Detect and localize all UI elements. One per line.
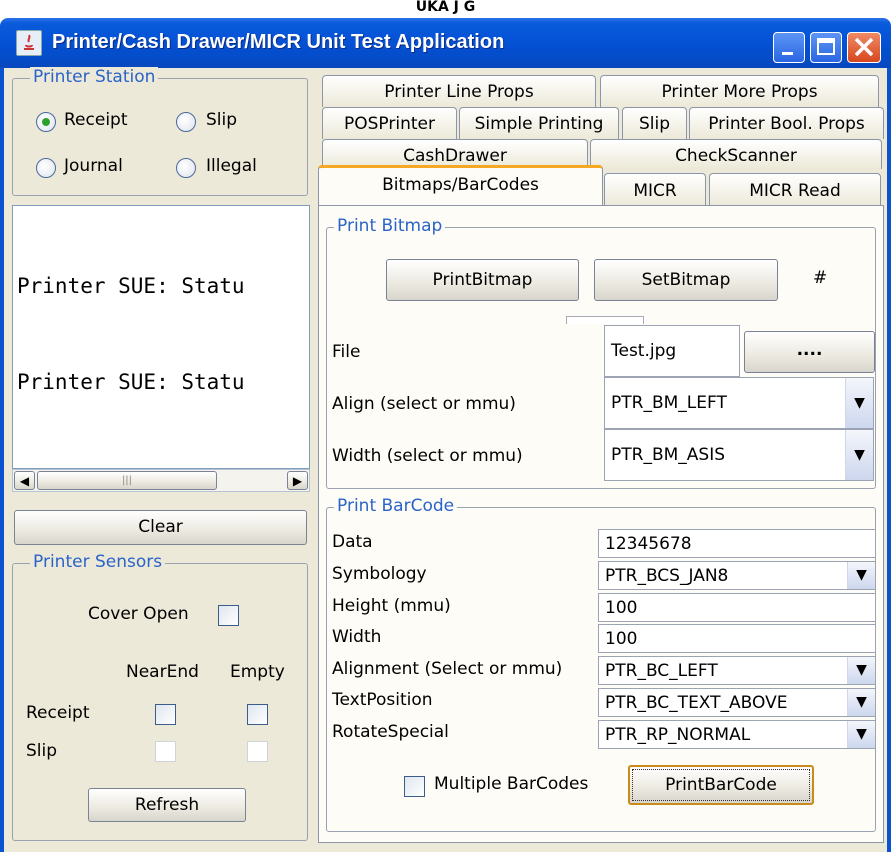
print-bitmap-legend: Print Bitmap xyxy=(334,216,446,236)
console-horizontal-scrollbar[interactable]: ◀ ||| ▶ xyxy=(12,469,310,492)
alignment-combobox[interactable]: PTR_BC_LEFT ▼ xyxy=(598,656,876,685)
receipt-empty-checkbox[interactable] xyxy=(247,704,268,725)
close-button[interactable] xyxy=(847,32,881,63)
set-bitmap-button[interactable]: SetBitmap xyxy=(594,259,778,301)
slip-radio[interactable] xyxy=(176,112,196,132)
slip-nearend-checkbox xyxy=(155,741,176,762)
illegal-radio-label[interactable]: Illegal xyxy=(206,156,257,176)
tab-micr-read[interactable]: MICR Read xyxy=(709,173,881,207)
top-caption: UKA J G xyxy=(0,0,891,18)
console-line: Printer SUE: Statu xyxy=(17,370,245,394)
title-bar[interactable]: Printer/Cash Drawer/MICR Unit Test Appli… xyxy=(0,18,891,68)
width-bitmap-label: Width (select or mmu) xyxy=(332,446,523,466)
multiple-barcodes-label[interactable]: Multiple BarCodes xyxy=(434,774,588,794)
cover-open-checkbox[interactable] xyxy=(218,605,239,626)
tab-printer-more-props[interactable]: Printer More Props xyxy=(600,75,879,107)
scroll-right-arrow-icon[interactable]: ▶ xyxy=(287,471,308,490)
scroll-thumb[interactable]: ||| xyxy=(37,471,217,490)
printer-station-group xyxy=(12,78,308,196)
receipt-sensor-label: Receipt xyxy=(26,703,90,723)
rotatespecial-value: PTR_RP_NORMAL xyxy=(605,725,751,745)
empty-column-label: Empty xyxy=(230,662,285,682)
multiple-barcodes-checkbox[interactable] xyxy=(404,776,425,797)
console-line: Printer SUE: Statu xyxy=(17,274,245,298)
chevron-down-icon[interactable]: ▼ xyxy=(847,657,875,684)
data-input[interactable]: 12345678 xyxy=(598,529,876,558)
chevron-down-icon[interactable]: ▼ xyxy=(845,430,873,480)
tab-checkscanner[interactable]: CheckScanner xyxy=(590,139,882,169)
illegal-radio[interactable] xyxy=(176,158,196,178)
tab-micr[interactable]: MICR xyxy=(604,173,706,207)
tab-slip[interactable]: Slip xyxy=(622,107,687,139)
slip-empty-checkbox xyxy=(247,741,268,762)
chevron-down-icon[interactable]: ▼ xyxy=(847,721,875,748)
data-label: Data xyxy=(332,532,373,552)
chevron-down-icon[interactable]: ▼ xyxy=(847,562,875,589)
print-barcode-button[interactable]: PrintBarCode xyxy=(628,765,814,805)
tab-bitmaps-barcodes[interactable]: Bitmaps/BarCodes xyxy=(318,165,603,205)
file-input[interactable]: Test.jpg xyxy=(604,325,740,377)
align-label: Align (select or mmu) xyxy=(332,394,516,414)
tab-posprinter[interactable]: POSPrinter xyxy=(322,107,457,139)
print-barcode-legend: Print BarCode xyxy=(334,496,458,516)
receipt-nearend-checkbox[interactable] xyxy=(155,704,176,725)
symbology-combobox[interactable]: PTR_BCS_JAN8 ▼ xyxy=(598,561,876,590)
hash-label: # xyxy=(813,268,828,288)
browse-file-button[interactable]: .... xyxy=(744,331,875,373)
receipt-radio-label[interactable]: Receipt xyxy=(64,110,128,130)
textposition-label: TextPosition xyxy=(332,690,433,710)
tab-printer-bool-props[interactable]: Printer Bool. Props xyxy=(689,107,884,139)
width-barcode-label: Width xyxy=(332,627,382,647)
rotatespecial-label: RotateSpecial xyxy=(332,722,449,742)
slip-radio-label[interactable]: Slip xyxy=(206,110,237,130)
minimize-button[interactable] xyxy=(773,32,805,63)
height-input[interactable]: 100 xyxy=(598,593,876,622)
console-log[interactable]: Printer SUE: Statu Printer SUE: Statu xyxy=(12,205,310,469)
chevron-down-icon[interactable]: ▼ xyxy=(845,378,873,428)
height-label: Height (mmu) xyxy=(332,596,451,616)
rotatespecial-combobox[interactable]: PTR_RP_NORMAL ▼ xyxy=(598,720,876,749)
chevron-down-icon[interactable]: ▼ xyxy=(847,689,875,716)
file-label: File xyxy=(332,342,361,362)
alignment-value: PTR_BC_LEFT xyxy=(605,661,718,681)
cover-open-label: Cover Open xyxy=(88,604,189,624)
refresh-button[interactable]: Refresh xyxy=(88,788,246,822)
window-title: Printer/Cash Drawer/MICR Unit Test Appli… xyxy=(52,31,505,53)
printer-station-legend: Printer Station xyxy=(30,67,159,87)
nearend-column-label: NearEnd xyxy=(126,662,199,682)
clear-button[interactable]: Clear xyxy=(14,510,307,545)
textposition-value: PTR_BC_TEXT_ABOVE xyxy=(605,693,788,713)
width-barcode-input[interactable]: 100 xyxy=(598,624,876,653)
alignment-label: Alignment (Select or mmu) xyxy=(332,659,563,679)
bitmap-number-field[interactable] xyxy=(566,316,644,324)
symbology-value: PTR_BCS_JAN8 xyxy=(605,566,729,586)
width-bitmap-value: PTR_BM_ASIS xyxy=(611,445,726,465)
maximize-button[interactable] xyxy=(810,32,842,63)
align-combobox[interactable]: PTR_BM_LEFT ▼ xyxy=(604,377,874,429)
tab-simple-printing[interactable]: Simple Printing xyxy=(459,107,619,139)
java-app-icon[interactable] xyxy=(16,30,42,56)
tab-printer-line-props[interactable]: Printer Line Props xyxy=(322,75,596,107)
print-bitmap-button[interactable]: PrintBitmap xyxy=(386,259,579,301)
scroll-left-arrow-icon[interactable]: ◀ xyxy=(14,471,35,490)
textposition-combobox[interactable]: PTR_BC_TEXT_ABOVE ▼ xyxy=(598,688,876,717)
align-value: PTR_BM_LEFT xyxy=(611,393,727,413)
journal-radio[interactable] xyxy=(36,158,56,178)
slip-sensor-label: Slip xyxy=(26,741,58,761)
printer-sensors-legend: Printer Sensors xyxy=(30,552,166,572)
receipt-radio[interactable] xyxy=(36,112,56,132)
symbology-label: Symbology xyxy=(332,564,427,584)
journal-radio-label[interactable]: Journal xyxy=(64,156,123,176)
width-bitmap-combobox[interactable]: PTR_BM_ASIS ▼ xyxy=(604,429,874,481)
